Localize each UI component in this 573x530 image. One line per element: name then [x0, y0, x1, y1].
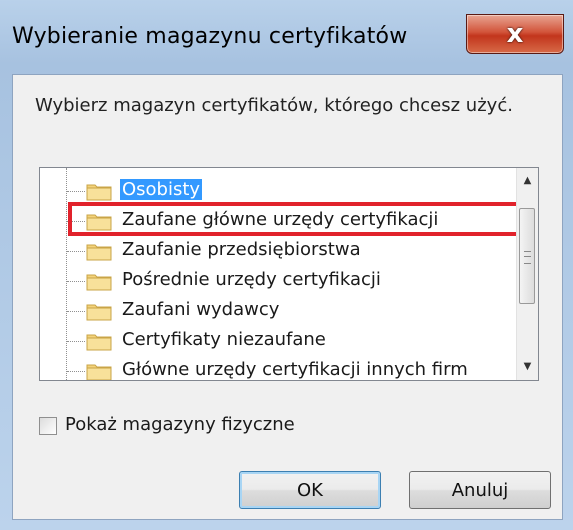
grip-icon [524, 251, 531, 264]
folder-icon [86, 334, 112, 351]
dialog-body: Wybierz magazyn certyfikatów, którego ch… [12, 74, 563, 520]
ok-button[interactable]: OK [239, 471, 381, 509]
dialog-window: Wybieranie magazynu certyfikatów x Wybie… [0, 0, 573, 530]
title-bar[interactable]: Wybieranie magazynu certyfikatów x [0, 0, 573, 74]
window-title: Wybieranie magazynu certyfikatów [12, 24, 408, 49]
scroll-up-arrow-icon[interactable]: ▲ [519, 170, 536, 190]
tree-item-label: Pośrednie urzędy certyfikacji [122, 269, 381, 290]
tree-item-label: Zaufanie przedsiębiorstwa [122, 239, 361, 260]
folder-icon [86, 364, 112, 380]
highlight-annotation [68, 202, 530, 236]
instruction-text: Wybierz magazyn certyfikatów, którego ch… [35, 95, 513, 116]
tree-item-label: Certyfikaty niezaufane [122, 329, 326, 350]
show-physical-stores-checkbox[interactable] [39, 417, 57, 435]
folder-icon [86, 244, 112, 261]
close-button[interactable]: x [466, 14, 564, 54]
scrollbar-thumb[interactable] [519, 208, 535, 304]
vertical-scrollbar[interactable]: ▲ ▼ [516, 168, 538, 380]
folder-icon [86, 184, 112, 201]
cancel-button[interactable]: Anuluj [409, 471, 551, 509]
tree-item-zaufanie-przedsiebiorstwa[interactable]: Zaufanie przedsiębiorstwa [40, 236, 510, 266]
tree-item-niezaufane[interactable]: Certyfikaty niezaufane [40, 326, 510, 356]
tree-item-label: Główne urzędy certyfikacji innych firm [122, 359, 468, 380]
tree-item-posrednie[interactable]: Pośrednie urzędy certyfikacji [40, 266, 510, 296]
tree-item-zaufani-wydawcy[interactable]: Zaufani wydawcy [40, 296, 510, 326]
close-icon: x [506, 19, 524, 49]
scroll-down-arrow-icon[interactable]: ▼ [519, 356, 536, 376]
tree-item-glowne-innych-firm[interactable]: Główne urzędy certyfikacji innych firm [40, 356, 510, 380]
folder-icon [86, 274, 112, 291]
certificate-store-tree[interactable]: Osobisty Zaufane główne urzędy certyfika… [39, 167, 539, 381]
show-physical-stores-label[interactable]: Pokaż magazyny fizyczne [65, 414, 295, 435]
folder-icon [86, 304, 112, 321]
tree-item-label: Osobisty [120, 179, 203, 200]
tree-item-label: Zaufani wydawcy [122, 299, 280, 320]
